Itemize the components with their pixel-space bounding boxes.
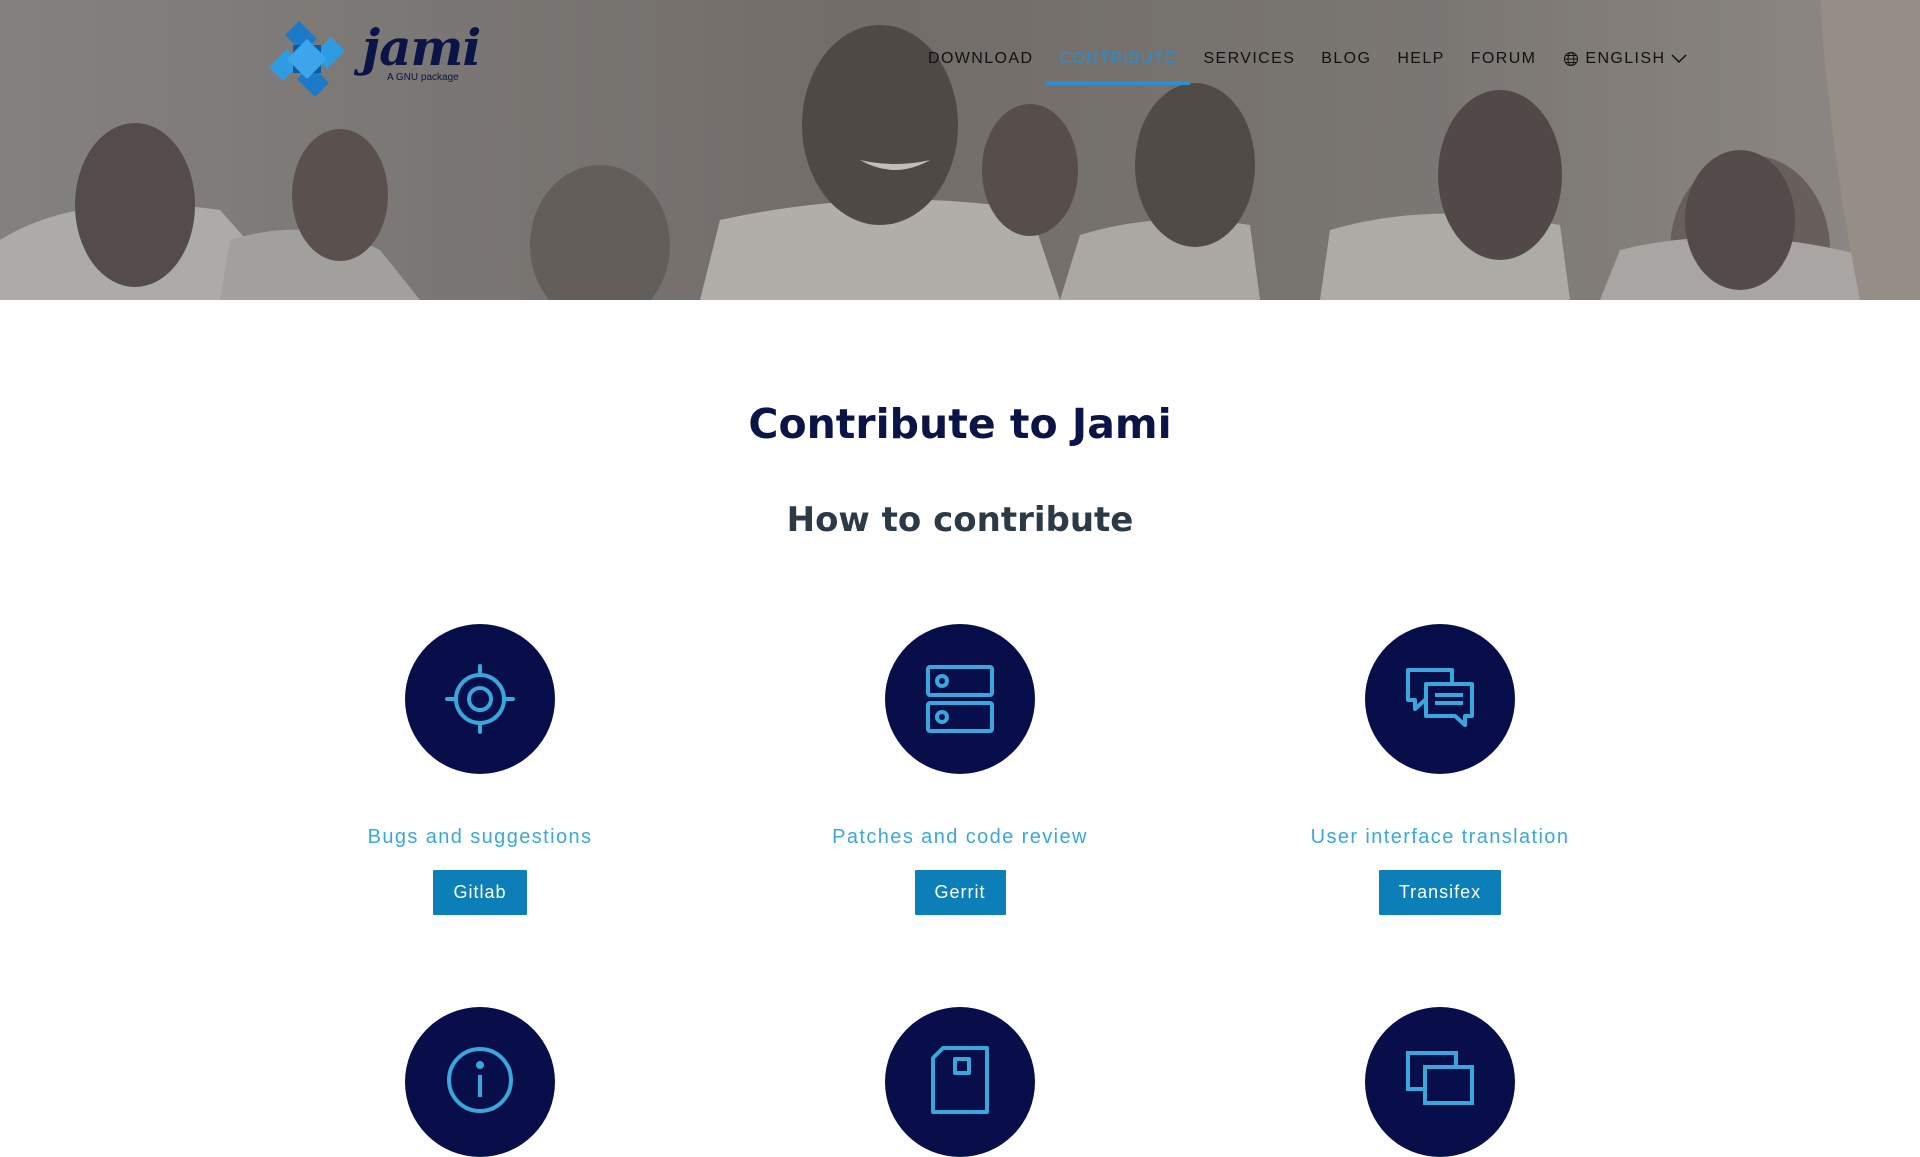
document-icon bbox=[931, 1046, 989, 1114]
card-title: Patches and code review bbox=[832, 826, 1088, 848]
card-icon-circle bbox=[1365, 624, 1515, 774]
card-icon-circle bbox=[885, 624, 1035, 774]
card-title: Bugs and suggestions bbox=[367, 826, 593, 848]
nav-contribute[interactable]: CONTRIBUTE bbox=[1046, 48, 1191, 85]
nav-services[interactable]: SERVICES bbox=[1190, 48, 1308, 70]
chevron-down-icon bbox=[1671, 54, 1687, 64]
nav-download[interactable]: DOWNLOAD bbox=[915, 48, 1046, 70]
gerrit-button[interactable]: Gerrit bbox=[914, 870, 1006, 915]
card-bugs: Bugs and suggestions Gitlab bbox=[240, 624, 720, 915]
transifex-button[interactable]: Transifex bbox=[1378, 870, 1502, 915]
jami-logo[interactable]: jami A GNU package bbox=[266, 18, 481, 104]
section-title: How to contribute bbox=[786, 500, 1134, 540]
server-icon bbox=[926, 665, 994, 733]
hero-banner: jami A GNU package DOWNLOAD CONTRIBUTE S… bbox=[0, 0, 1920, 300]
info-icon bbox=[447, 1047, 513, 1113]
nav-blog[interactable]: BLOG bbox=[1308, 48, 1384, 70]
main-content: Contribute to Jami How to contribute Bug… bbox=[0, 300, 1920, 1157]
language-selector[interactable]: ENGLISH bbox=[1563, 50, 1687, 68]
logo-tagline: A GNU package bbox=[387, 72, 459, 83]
gitlab-button[interactable]: Gitlab bbox=[433, 870, 527, 915]
card-title: User interface translation bbox=[1310, 826, 1570, 848]
card-window-circle bbox=[1365, 1007, 1515, 1157]
card-icon-circle bbox=[405, 624, 555, 774]
target-icon bbox=[445, 664, 515, 734]
nav-forum[interactable]: FORUM bbox=[1458, 48, 1550, 70]
chat-icon bbox=[1406, 668, 1474, 727]
card-translation: User interface translation Transifex bbox=[1200, 624, 1680, 915]
card-info-circle bbox=[405, 1007, 555, 1157]
globe-icon bbox=[1564, 52, 1579, 66]
language-label: ENGLISH bbox=[1585, 50, 1666, 67]
window-icon bbox=[1406, 1051, 1474, 1105]
logo-wordmark: jami bbox=[362, 18, 481, 77]
page-title: Contribute to Jami bbox=[748, 400, 1172, 448]
card-patches: Patches and code review Gerrit bbox=[720, 624, 1200, 915]
jami-star-icon bbox=[269, 21, 345, 97]
main-nav: DOWNLOAD CONTRIBUTE SERVICES BLOG HELP F… bbox=[915, 48, 1687, 85]
nav-help[interactable]: HELP bbox=[1384, 48, 1457, 70]
card-document-circle bbox=[885, 1007, 1035, 1157]
